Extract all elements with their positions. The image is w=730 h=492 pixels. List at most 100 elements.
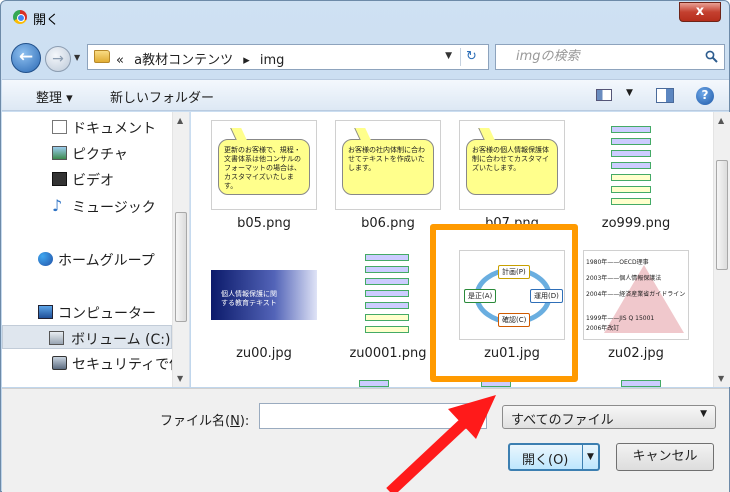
nav-item-computer[interactable]: コンピューター [2,300,172,324]
new-folder-button[interactable]: 新しいフォルダー [110,87,214,106]
breadcrumb-overflow[interactable]: « [116,53,124,68]
scrollbar-thumb[interactable] [716,160,728,270]
flowchart-box [611,162,651,169]
nav-item-secure-drive[interactable]: セキュリティで保 [2,351,172,375]
nav-item-label: ピクチャ [72,147,128,163]
timeline-text: 2003年——個人情報保護法 [586,275,662,282]
chrome-icon [13,10,27,24]
homegroup-icon [38,252,53,266]
file-item-b07[interactable]: お客様の個人情報保護体制に合わせてカスタマイズいたします。 b07.png [453,112,571,242]
file-name: zo999.png [601,216,671,231]
flowchart-box [365,254,409,261]
help-icon[interactable]: ? [696,87,714,105]
nav-item-label: ドキュメント [72,121,156,137]
file-thumbnail: 個人情報保護に関する教育テキスト [211,250,317,340]
file-item-zo999[interactable]: zo999.png [577,112,695,242]
breadcrumb-item[interactable]: a教材コンテンツ [134,53,233,68]
open-options-dropdown-icon[interactable]: ▼ [582,445,598,469]
file-thumbnail [583,120,689,210]
filetype-select[interactable]: すべてのファイル ▼ [502,405,716,429]
nav-item-label: セキュリティで保 [72,357,172,373]
file-thumbnail: 1980年——OECD理事 2003年——個人情報保護法 2004年——経済産業… [583,250,689,340]
change-view-icon[interactable] [596,89,612,101]
address-bar[interactable]: « a教材コンテンツ ▸ img ▼ ↻ [87,44,489,70]
flowchart-box [611,126,651,133]
picture-icon [52,146,67,160]
scroll-up-icon[interactable]: ▲ [177,116,183,125]
flowchart-box [611,174,651,181]
back-button[interactable]: ← [11,43,41,73]
command-bar: 整理 ▾ 新しいフォルダー ▼ ? [2,79,729,111]
red-arrow-annotation [386,395,496,492]
video-icon [52,172,67,186]
nav-item-homegroup[interactable]: ホームグループ [2,247,172,271]
file-item-b06[interactable]: お客様の社内体制に合わせてテキストを作成いたします。 b06.png [329,112,447,242]
file-name: zu00.jpg [236,346,292,361]
flowchart-box [611,186,651,193]
timeline-text: 2006年改訂 [586,325,620,332]
nav-item-label: ボリューム (C:) [71,332,171,348]
search-input[interactable] [516,49,686,64]
nav-item-label: コンピューター [58,306,156,322]
nav-item-music[interactable]: ♪ ミュージック [2,194,172,218]
nav-item-label: ビデオ [72,173,114,189]
banner-text: 個人情報保護に関する教育テキスト [221,290,277,307]
nav-item-pictures[interactable]: ピクチャ [2,141,172,165]
view-dropdown-icon[interactable]: ▼ [626,88,633,98]
recent-pages-dropdown-icon[interactable]: ▼ [74,53,84,63]
flowchart-box [365,278,409,285]
nav-item-videos[interactable]: ビデオ [2,167,172,191]
partial-thumbnail [621,380,661,387]
scroll-down-icon[interactable]: ▼ [177,374,183,383]
file-scrollbar[interactable]: ▲ ▼ [713,112,730,387]
search-box[interactable] [495,44,725,70]
refresh-icon[interactable]: ↻ [460,48,482,66]
navigation-pane: ドキュメント ピクチャ ビデオ ♪ ミュージック ホームグループ コンピューター… [2,112,190,387]
speech-bubble: お客様の個人情報保護体制に合わせてカスタマイズいたします。 [466,139,558,195]
cancel-button[interactable]: キャンセル [616,443,714,471]
scroll-down-icon[interactable]: ▼ [718,374,724,383]
file-name: zu02.jpg [608,346,664,361]
flowchart-box [611,138,651,145]
flowchart-box [365,266,409,273]
organize-button[interactable]: 整理 ▾ [36,87,73,106]
nav-item-label: ミュージック [72,200,156,216]
nav-scrollbar[interactable]: ▲ ▼ [172,112,189,387]
flowchart-box [611,198,651,205]
music-icon: ♪ [52,196,63,215]
highlight-frame [430,224,578,382]
folder-icon [94,50,110,63]
forward-button[interactable]: → [45,46,71,72]
speech-bubble: お客様の社内体制に合わせてテキストを作成いたします。 [342,139,434,195]
speech-bubble: 更新のお客様で、規程・文書体系は他コンサルのフォーマットの場合は、カスタマイズい… [218,139,310,195]
address-dropdown-icon[interactable]: ▼ [445,51,452,61]
flowchart-box [365,314,409,321]
breadcrumb: « a教材コンテンツ ▸ img [116,49,290,68]
file-thumbnail: お客様の社内体制に合わせてテキストを作成いたします。 [335,120,441,210]
scrollbar-thumb[interactable] [175,212,187,322]
file-thumbnail: お客様の個人情報保護体制に合わせてカスタマイズいたします。 [459,120,565,210]
nav-item-volume-c[interactable]: ボリューム (C:) [2,325,172,349]
preview-pane-icon[interactable] [656,88,674,103]
file-item-b05[interactable]: 更新のお客様で、規程・文書体系は他コンサルのフォーマットの場合は、カスタマイズい… [205,112,323,242]
open-button[interactable]: 開く(O) ▼ [508,443,600,471]
search-icon[interactable] [705,50,718,63]
breadcrumb-separator-icon[interactable]: ▸ [243,53,250,68]
drive-icon [49,331,64,345]
timeline-text: 2004年——経済産業省ガイドライン [586,291,686,298]
open-button-label: 開く(O) [522,453,569,468]
close-button[interactable]: x [679,2,721,22]
flowchart-box [365,326,409,333]
file-name: b05.png [237,216,291,231]
filetype-value: すべてのファイル [511,413,614,428]
nav-item-documents[interactable]: ドキュメント [2,115,172,139]
file-item-zu00[interactable]: 個人情報保護に関する教育テキスト zu00.jpg [205,242,323,372]
filename-label: ファイル名(N): [160,414,250,429]
computer-icon [38,305,53,319]
timeline-text: 1999年——JIS Q 15001 [586,315,655,322]
breadcrumb-item[interactable]: img [260,53,285,68]
flowchart-box [611,150,651,157]
scroll-up-icon[interactable]: ▲ [718,116,724,125]
file-item-zu02[interactable]: 1980年——OECD理事 2003年——個人情報保護法 2004年——経済産業… [577,242,695,372]
window-title: 開く [33,13,60,28]
